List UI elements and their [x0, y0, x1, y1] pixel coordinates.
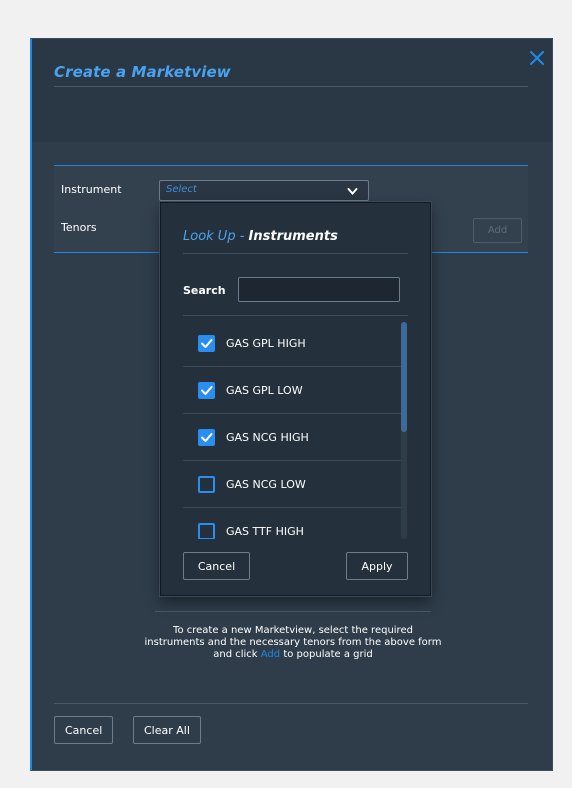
- modal-title: Create a Marketview: [54, 63, 231, 81]
- chevron-down-icon: [347, 188, 358, 196]
- info-divider: [155, 611, 431, 612]
- checkmark-icon: [201, 386, 213, 395]
- list-item[interactable]: GAS GPL LOW: [183, 367, 401, 414]
- scrollbar-thumb[interactable]: [401, 322, 407, 432]
- tenors-label: Tenors: [61, 221, 97, 234]
- list-item[interactable]: GAS GPL HIGH: [183, 320, 401, 367]
- checkbox-checked[interactable]: [198, 335, 215, 352]
- checkbox-checked[interactable]: [198, 429, 215, 446]
- list-item[interactable]: GAS NCG HIGH: [183, 414, 401, 461]
- close-icon[interactable]: [528, 49, 546, 67]
- info-add-link[interactable]: Add: [261, 649, 280, 660]
- title-divider: [54, 86, 528, 87]
- instrument-select-placeholder: Select: [166, 184, 197, 195]
- lookup-title-prefix: Look Up: [183, 229, 236, 244]
- list-item-label: GAS GPL HIGH: [226, 337, 306, 350]
- list-item[interactable]: GAS NCG LOW: [183, 461, 401, 508]
- search-label: Search: [183, 284, 226, 297]
- info-text: To create a new Marketview, select the r…: [144, 625, 442, 661]
- list-item-label: GAS NCG LOW: [226, 478, 306, 491]
- add-button[interactable]: Add: [473, 218, 522, 243]
- lookup-title-divider: [183, 253, 408, 254]
- instrument-select[interactable]: Select: [159, 180, 369, 201]
- lookup-title-separator: -: [235, 229, 249, 244]
- checkmark-icon: [201, 433, 213, 442]
- info-text-after: to populate a grid: [280, 649, 373, 660]
- lookup-cancel-button[interactable]: Cancel: [183, 552, 250, 580]
- lookup-title-name: Instruments: [248, 229, 338, 244]
- instrument-lookup-popup: Look Up - Instruments Search GAS GPL HIG…: [160, 202, 431, 596]
- lookup-title: Look Up - Instruments: [183, 229, 338, 244]
- cancel-button[interactable]: Cancel: [54, 716, 114, 744]
- checkbox-checked[interactable]: [198, 382, 215, 399]
- list-item-label: GAS TTF HIGH: [226, 525, 304, 538]
- list-item-label: GAS NCG HIGH: [226, 431, 309, 444]
- checkbox-unchecked[interactable]: [198, 523, 215, 539]
- list-item[interactable]: GAS TTF HIGH: [183, 508, 401, 539]
- apply-button[interactable]: Apply: [346, 552, 408, 580]
- search-divider: [183, 315, 408, 316]
- footer-divider: [54, 703, 528, 704]
- instrument-list: GAS GPL HIGH GAS GPL LOW GAS NCG HIGH GA…: [183, 320, 409, 539]
- checkmark-icon: [201, 339, 213, 348]
- clear-all-button[interactable]: Clear All: [133, 716, 201, 744]
- instrument-label: Instrument: [61, 183, 122, 196]
- list-item-label: GAS GPL LOW: [226, 384, 303, 397]
- checkbox-unchecked[interactable]: [198, 476, 215, 493]
- search-input[interactable]: [238, 277, 400, 302]
- modal-header: Create a Marketview: [32, 39, 552, 142]
